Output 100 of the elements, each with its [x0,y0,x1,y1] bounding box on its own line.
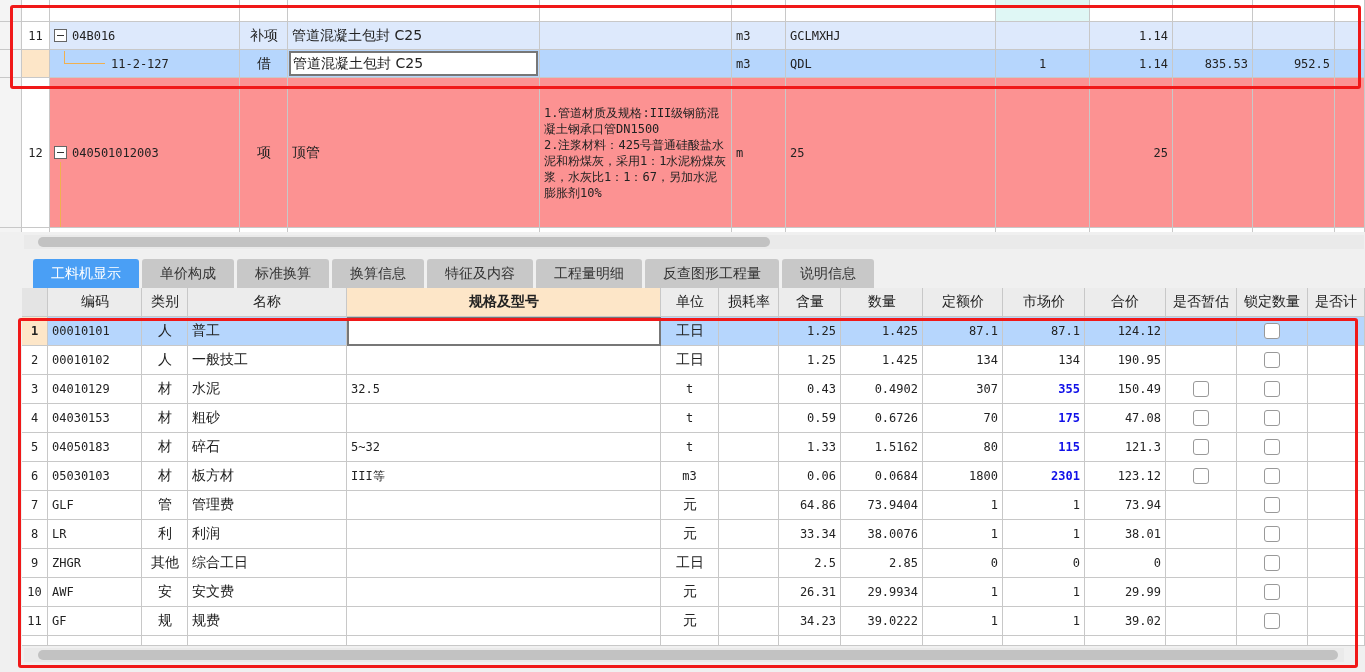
table-cell: 2301 [1003,462,1085,491]
table-cell: 32.5 [347,375,661,404]
table-cell: 33.34 [779,520,841,549]
table-cell [719,433,779,462]
table-cell: 29.99 [1085,578,1166,607]
table-cell [661,636,719,646]
collapse-icon[interactable] [54,146,67,159]
table-cell: 2.85 [841,549,923,578]
table-cell: 其他 [142,549,188,578]
table-cell: 1.5162 [841,433,923,462]
table-cell: 00010102 [48,346,142,375]
table-cell [1335,22,1365,50]
table-cell: 1800 [923,462,1003,491]
checkbox[interactable] [1264,526,1280,542]
table-cell: t [661,404,719,433]
table-cell: m [732,78,786,228]
table-cell: 1.14 [1090,50,1173,78]
table-cell: 39.0222 [841,607,923,636]
table-cell [719,520,779,549]
table-cell: 0.43 [779,375,841,404]
table-cell: m3 [661,462,719,491]
table-cell: 板方材 [188,462,347,491]
checkbox[interactable] [1264,381,1280,397]
horizontal-scrollbar[interactable] [24,235,1364,249]
column-header: 是否计 [1308,288,1365,317]
tab[interactable]: 标准换算 [237,259,329,288]
table-cell: 80 [923,433,1003,462]
checkbox[interactable] [1264,352,1280,368]
name-field[interactable]: 管道混凝土包封 C25 [289,51,538,76]
table-cell [1166,636,1237,646]
table-cell: 碎石 [188,433,347,462]
table-cell: 87.1 [1003,317,1085,346]
tab[interactable]: 反查图形工程量 [645,259,779,288]
checkbox[interactable] [1264,497,1280,513]
table-cell: 1 [1003,578,1085,607]
table-cell [719,549,779,578]
table-cell: 利 [142,520,188,549]
table-cell: 124.12 [1085,317,1166,346]
checkbox[interactable] [1264,323,1280,339]
checkbox[interactable] [1193,468,1209,484]
table-cell: 安文费 [188,578,347,607]
column-header: 名称 [188,288,347,317]
table-cell: 1.25 [779,346,841,375]
table-cell: 835.53 [1173,50,1253,78]
table-cell: 材 [142,375,188,404]
table-cell: 材 [142,404,188,433]
checkbox[interactable] [1264,439,1280,455]
table-cell: GF [48,607,142,636]
header-cell [22,288,48,317]
table-cell: 一般技工 [188,346,347,375]
table-cell: 04050183 [48,433,142,462]
checkbox[interactable] [1264,410,1280,426]
checkbox[interactable] [1193,410,1209,426]
table-cell: 元 [661,491,719,520]
tab[interactable]: 说明信息 [782,259,874,288]
table-cell: m3 [732,50,786,78]
table-cell: 1.14 [1090,22,1173,50]
spec-field[interactable] [347,317,661,346]
feature-text: 1.管道材质及规格:III级钢筋混凝土钢承口管DN1500 2.注浆材料：425号普通硅酸盐水泥和粉煤灰，采用1：1水泥粉煤灰浆，水灰比1：1：67，另加水泥膨胀剂10% [544,104,727,201]
checkbox[interactable] [1264,468,1280,484]
row-number: 11 [22,607,48,636]
checkbox[interactable] [1264,555,1280,571]
horizontal-scrollbar[interactable] [24,648,1344,662]
checkbox[interactable] [1193,381,1209,397]
table-cell: 顶管 [288,78,540,228]
table-cell: 134 [1003,346,1085,375]
tab[interactable]: 换算信息 [332,259,424,288]
table-cell: 39.02 [1085,607,1166,636]
row-number: 6 [22,462,48,491]
table-cell: 人 [142,317,188,346]
table-cell: 04030153 [48,404,142,433]
table-cell: 补项 [240,22,288,50]
table-cell: 73.94 [1085,491,1166,520]
tab[interactable]: 特征及内容 [427,259,533,288]
checkbox[interactable] [1264,613,1280,629]
scroll-thumb[interactable] [38,237,770,247]
table-cell: 952.5 [1253,50,1335,78]
checkbox[interactable] [1193,439,1209,455]
table-cell: 管 [142,491,188,520]
column-header: 合价 [1085,288,1166,317]
collapse-icon[interactable] [54,29,67,42]
column-header: 锁定数量 [1237,288,1308,317]
scroll-thumb[interactable] [38,650,1338,660]
tab[interactable]: 工程量明细 [536,259,642,288]
table-cell: 29.9934 [841,578,923,607]
table-cell: 70 [923,404,1003,433]
column-header: 规格及型号 [347,288,661,317]
column-header: 定额价 [923,288,1003,317]
table-cell: 64.86 [779,491,841,520]
row-number: 1 [22,317,48,346]
table-cell: 121.3 [1085,433,1166,462]
table-cell: 规费 [188,607,347,636]
table-cell [240,0,288,22]
column-header: 损耗率 [719,288,779,317]
tab[interactable]: 单价构成 [142,259,234,288]
column-header: 是否暂估 [1166,288,1237,317]
table-cell: 管道混凝土包封 C25 [288,22,540,50]
table-cell: 0 [923,549,1003,578]
checkbox[interactable] [1264,584,1280,600]
row-number: 8 [22,520,48,549]
